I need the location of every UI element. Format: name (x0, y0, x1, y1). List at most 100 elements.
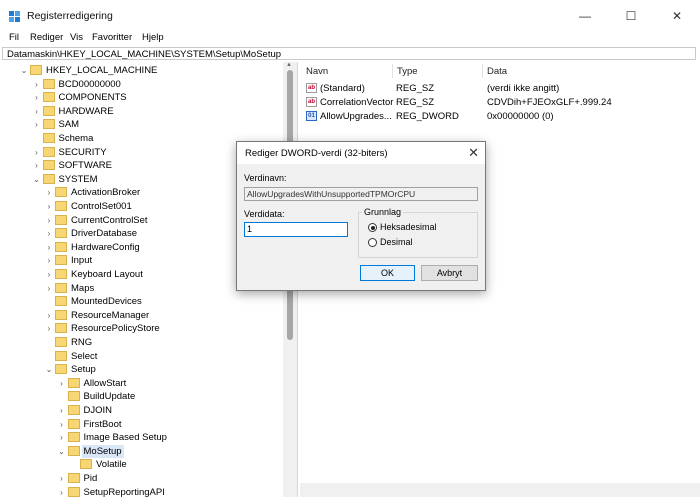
tree-item-label: Image Based Setup (83, 432, 167, 444)
folder-icon (42, 92, 55, 103)
chevron-down-icon[interactable]: ⌄ (33, 173, 41, 186)
tree-item-label: ResourceManager (71, 309, 150, 321)
ok-button[interactable]: OK (360, 265, 415, 281)
folder-icon (67, 377, 80, 388)
tree-item-label: SOFTWARE (58, 160, 112, 172)
tree-item-label: ResourcePolicyStore (71, 323, 160, 335)
value-data: (verdi ikke angitt) (487, 83, 560, 94)
tree-item-label: ControlSet001 (71, 201, 132, 212)
tree-item-label: CurrentControlSet (71, 214, 148, 226)
folder-icon (42, 160, 55, 171)
dialog-title: Rediger DWORD-verdi (32-biters) (245, 148, 388, 159)
folder-icon (42, 133, 55, 143)
tree-item-label: FirstBoot (83, 418, 122, 430)
chevron-right-icon[interactable]: › (33, 105, 41, 118)
chevron-right-icon[interactable]: › (33, 118, 41, 131)
no-expander (58, 390, 66, 403)
dialog-title-bar: Rediger DWORD-verdi (32-biters) ✕ (237, 142, 485, 164)
chevron-right-icon[interactable]: › (33, 78, 41, 91)
chevron-right-icon[interactable]: › (45, 254, 53, 267)
base-group (358, 212, 478, 258)
string-value-icon: ab (306, 97, 317, 107)
folder-icon (67, 432, 80, 443)
edit-dword-dialog: Rediger DWORD-verdi (32-biters) ✕ Verdin… (236, 141, 486, 291)
close-button[interactable]: ✕ (654, 0, 700, 32)
folder-icon (55, 187, 67, 198)
dialog-close-icon[interactable]: ✕ (468, 145, 479, 161)
chevron-right-icon[interactable]: › (45, 282, 53, 295)
chevron-right-icon[interactable]: › (45, 309, 53, 322)
chevron-right-icon[interactable]: › (45, 186, 53, 199)
binary-value-icon: 01 (306, 111, 317, 121)
decimal-radio[interactable] (368, 238, 377, 247)
chevron-right-icon[interactable]: › (58, 377, 66, 390)
menu-help[interactable]: Hjelp (142, 32, 164, 43)
chevron-right-icon[interactable]: › (45, 241, 53, 254)
tree-item-label: HARDWARE (58, 105, 114, 117)
value-row[interactable]: 01 AllowUpgrades... REG_DWORD 0x00000000… (300, 110, 700, 124)
cancel-button[interactable]: Avbryt (421, 265, 478, 281)
menu-edit[interactable]: Rediger (30, 32, 63, 43)
folder-icon (80, 459, 92, 470)
hex-radio-label[interactable]: Heksadesimal (380, 222, 437, 232)
no-expander (33, 132, 41, 145)
chevron-right-icon[interactable]: › (33, 159, 41, 172)
chevron-down-icon[interactable]: ⌄ (45, 363, 53, 376)
folder-icon (67, 473, 80, 483)
chevron-right-icon[interactable]: › (45, 214, 53, 227)
value-type: REG_SZ (396, 83, 435, 94)
no-expander (45, 295, 53, 308)
value-data-input[interactable]: 1 (244, 222, 348, 237)
title-bar: Registerredigering — ☐ ✕ (0, 0, 700, 32)
folder-icon (55, 241, 67, 252)
registry-editor-window: Registerredigering — ☐ ✕ Fil Rediger Vis… (0, 0, 700, 497)
folder-icon (42, 105, 55, 116)
value-name: (Standard) (320, 83, 365, 94)
chevron-right-icon[interactable]: › (45, 227, 53, 240)
tree-item-label: MountedDevices (71, 296, 142, 308)
chevron-down-icon[interactable]: ⌄ (20, 64, 28, 77)
column-header-type[interactable]: Type (397, 66, 418, 77)
column-divider[interactable] (392, 64, 393, 78)
chevron-right-icon[interactable]: › (33, 146, 41, 159)
column-divider[interactable] (482, 64, 483, 78)
tree-item-label: DriverDatabase (71, 228, 137, 240)
chevron-down-icon[interactable]: ⌄ (58, 445, 66, 458)
tree-item-label: Setup (71, 364, 96, 376)
chevron-right-icon[interactable]: › (58, 418, 66, 431)
chevron-right-icon[interactable]: › (58, 486, 66, 497)
tree-item-label: RNG (71, 337, 93, 348)
minimize-icon: — (579, 9, 591, 23)
value-row[interactable]: ab CorrelationVector REG_SZ CDVDih+FJEOx… (300, 96, 700, 110)
base-label: Grunnlag (362, 207, 404, 217)
folder-icon (55, 201, 67, 211)
decimal-radio-label[interactable]: Desimal (380, 237, 413, 247)
values-horizontal-scrollbar[interactable] (300, 483, 700, 497)
chevron-right-icon[interactable]: › (58, 404, 66, 417)
chevron-right-icon[interactable]: › (58, 472, 66, 485)
value-row[interactable]: ab (Standard) REG_SZ (verdi ikke angitt) (300, 82, 700, 96)
menu-file[interactable]: Fil (9, 32, 19, 43)
hex-radio[interactable] (368, 223, 377, 232)
minimize-button[interactable]: — (562, 0, 608, 32)
chevron-right-icon[interactable]: › (58, 431, 66, 444)
scroll-up-icon[interactable]: ▲ (286, 62, 292, 68)
tree-item-label: SetupReportingAPI (83, 486, 165, 497)
tree-item-label: AllowStart (83, 377, 127, 389)
chevron-right-icon[interactable]: › (45, 200, 53, 213)
maximize-button[interactable]: ☐ (608, 0, 654, 32)
chevron-right-icon[interactable]: › (45, 268, 53, 281)
column-header-name[interactable]: Navn (306, 66, 328, 77)
column-header-data[interactable]: Data (487, 66, 507, 77)
tree-item-label: SAM (58, 119, 80, 131)
chevron-right-icon[interactable]: › (33, 91, 41, 104)
menu-favorites[interactable]: Favoritter (92, 32, 132, 43)
folder-icon (55, 337, 67, 347)
menu-view[interactable]: Vis (70, 32, 83, 43)
value-data: CDVDih+FJEOxGLF+.999.24 (487, 97, 612, 108)
folder-icon (55, 296, 67, 307)
close-icon: ✕ (671, 9, 683, 23)
address-bar[interactable]: Datamaskin\HKEY_LOCAL_MACHINE\SYSTEM\Set… (2, 47, 696, 60)
chevron-right-icon[interactable]: › (45, 322, 53, 335)
maximize-icon: ☐ (625, 9, 637, 23)
